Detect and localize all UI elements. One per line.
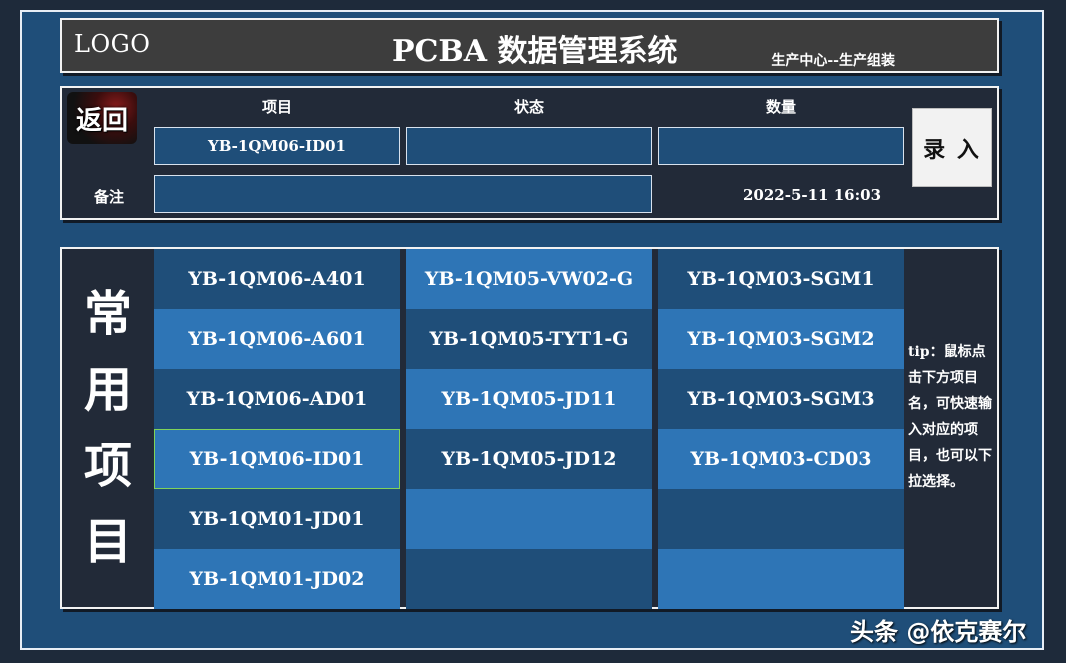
usage-tip: tip：鼠标点击下方项目名，可快速输入对应的项目，也可以下拉选择。 xyxy=(908,344,992,490)
item-cell[interactable]: YB-1QM01-JD01 xyxy=(154,489,400,549)
quantity-field[interactable] xyxy=(658,127,904,165)
entry-panel: 返回 项目 状态 数量 YB-1QM06-ID01 备注 2022-5-11 1… xyxy=(60,86,999,220)
item-cell-empty[interactable] xyxy=(406,549,652,609)
item-cell[interactable]: YB-1QM05-JD11 xyxy=(406,369,652,429)
items-column-2: YB-1QM05-VW02-G YB-1QM05-TYT1-G YB-1QM05… xyxy=(406,249,652,609)
common-items-title: 常 用 项 目 xyxy=(62,249,154,607)
app-header: LOGO PCBA 数据管理系统 生产中心--生产组装 xyxy=(60,18,999,73)
note-label: 备注 xyxy=(94,188,125,206)
item-cell[interactable]: YB-1QM05-VW02-G xyxy=(406,249,652,309)
common-items-title-char: 常 xyxy=(83,286,132,342)
common-items-panel: 常 用 项 目 YB-1QM06-A401 YB-1QM06-A601 YB-1… xyxy=(60,247,999,609)
item-cell[interactable]: YB-1QM05-TYT1-G xyxy=(406,309,652,369)
timestamp: 2022-5-11 16:03 xyxy=(742,186,882,204)
submit-button[interactable]: 录 入 xyxy=(912,108,992,187)
logo: LOGO xyxy=(74,30,151,58)
item-cell[interactable]: YB-1QM01-JD02 xyxy=(154,549,400,609)
back-button[interactable]: 返回 xyxy=(67,92,137,144)
item-cell-selected[interactable]: YB-1QM06-ID01 xyxy=(154,429,400,489)
item-cell[interactable]: YB-1QM06-AD01 xyxy=(154,369,400,429)
watermark: 头条 @依克赛尔 xyxy=(850,618,1027,646)
item-cell-empty[interactable] xyxy=(658,549,904,609)
common-items-title-char: 用 xyxy=(83,362,132,418)
status-field[interactable] xyxy=(406,127,652,165)
item-cell[interactable]: YB-1QM03-SGM2 xyxy=(658,309,904,369)
item-cell[interactable]: YB-1QM03-SGM1 xyxy=(658,249,904,309)
items-column-3: YB-1QM03-SGM1 YB-1QM03-SGM2 YB-1QM03-SGM… xyxy=(658,249,904,609)
project-field[interactable]: YB-1QM06-ID01 xyxy=(154,127,400,165)
item-cell-empty[interactable] xyxy=(406,489,652,549)
item-cell-empty[interactable] xyxy=(658,489,904,549)
page-title: PCBA 数据管理系统 xyxy=(392,34,678,69)
common-items-title-char: 目 xyxy=(83,514,132,570)
common-items-title-char: 项 xyxy=(83,438,132,494)
note-field[interactable] xyxy=(154,175,652,213)
item-cell[interactable]: YB-1QM05-JD12 xyxy=(406,429,652,489)
item-cell[interactable]: YB-1QM03-CD03 xyxy=(658,429,904,489)
department-subtitle: 生产中心--生产组装 xyxy=(771,53,895,69)
item-cell[interactable]: YB-1QM06-A401 xyxy=(154,249,400,309)
quantity-column-label: 数量 xyxy=(765,98,796,116)
items-column-1: YB-1QM06-A401 YB-1QM06-A601 YB-1QM06-AD0… xyxy=(154,249,400,609)
item-cell[interactable]: YB-1QM06-A601 xyxy=(154,309,400,369)
item-cell[interactable]: YB-1QM03-SGM3 xyxy=(658,369,904,429)
project-column-label: 项目 xyxy=(261,98,292,116)
status-column-label: 状态 xyxy=(513,98,544,116)
